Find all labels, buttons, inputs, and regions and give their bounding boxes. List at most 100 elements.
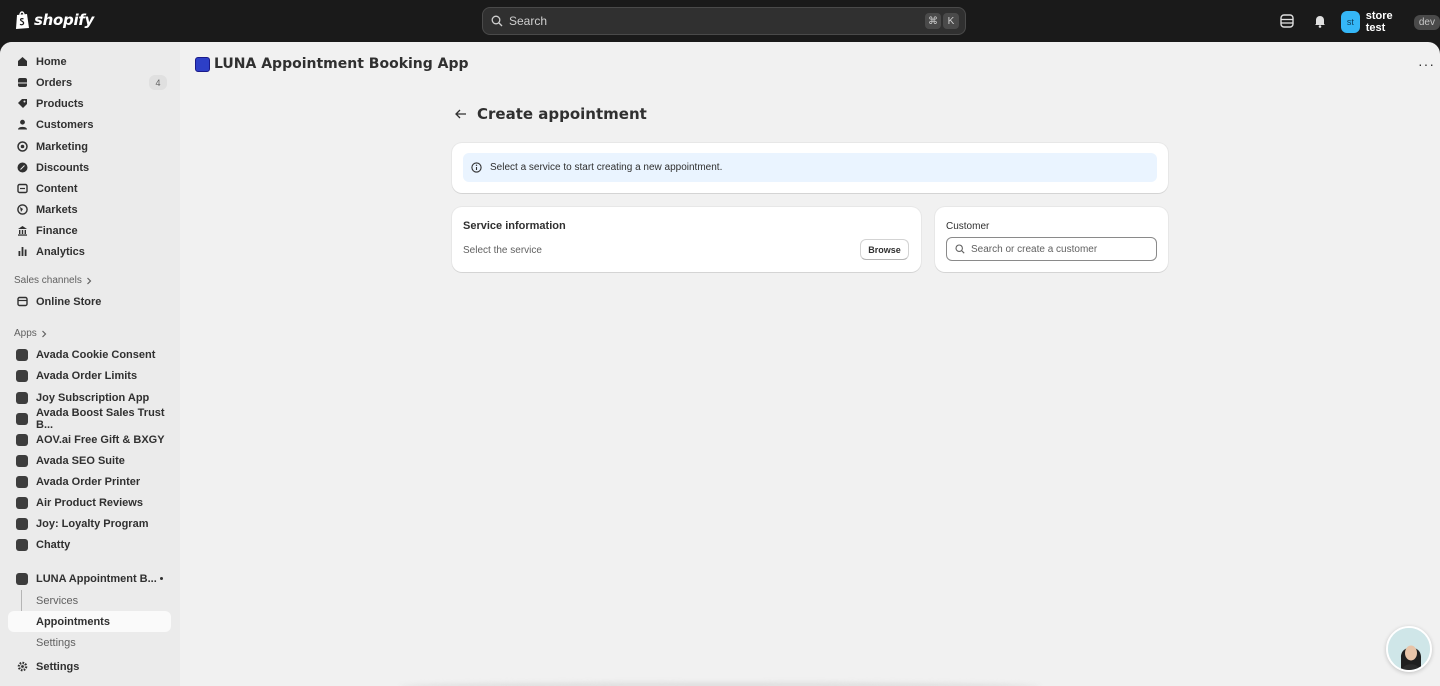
sidebar-item-label: Customers — [36, 118, 94, 131]
chevron-right-icon — [86, 277, 92, 284]
shopify-logo[interactable]: shopify — [14, 10, 94, 30]
pin-dot-icon — [160, 577, 163, 580]
bottom-save-bar-shadow — [400, 682, 1040, 686]
sidebar-item-finance[interactable]: Finance — [8, 220, 171, 241]
more-actions-button[interactable]: ··· — [1418, 57, 1435, 71]
search-placeholder: Search — [509, 14, 548, 28]
sidebar-subitem-services[interactable]: Services — [8, 590, 171, 611]
sidebar-item-label: Avada Cookie Consent — [36, 348, 156, 361]
global-search-input[interactable]: Search ⌘ K — [482, 7, 966, 35]
database-icon[interactable] — [1279, 13, 1295, 29]
sidebar-item-label: Orders — [36, 76, 73, 89]
store-switcher[interactable]: st store test dev — [1341, 10, 1440, 34]
discount-icon — [16, 162, 28, 174]
customer-search-placeholder: Search or create a customer — [971, 243, 1098, 255]
sidebar-item-label: Avada Order Limits — [36, 369, 138, 382]
app-title-text: LUNA Appointment Booking App — [214, 56, 469, 72]
browse-button[interactable]: Browse — [860, 239, 909, 260]
sidebar-item-label: Marketing — [36, 140, 88, 153]
bell-icon[interactable] — [1312, 13, 1328, 29]
shopify-wordmark: shopify — [34, 11, 94, 29]
app-icon — [16, 454, 28, 467]
app-icon — [16, 475, 28, 488]
globe-icon — [16, 204, 28, 216]
banner-text: Select a service to start creating a new… — [490, 162, 723, 173]
orders-count-badge: 4 — [149, 75, 167, 90]
customer-label: Customer — [946, 221, 990, 232]
customer-search-input[interactable]: Search or create a customer — [946, 237, 1157, 261]
sidebar-item-label: Settings — [36, 636, 76, 649]
sidebar-app-avada-order-limits[interactable]: Avada Order Limits — [8, 365, 171, 386]
sidebar-item-products[interactable]: Products — [8, 93, 171, 114]
back-arrow-icon[interactable] — [455, 109, 467, 119]
content-icon — [16, 183, 28, 195]
sidebar-item-label: Avada Boost Sales Trust B... — [36, 406, 165, 431]
sales-channels-heading[interactable]: Sales channels — [14, 275, 92, 286]
bank-icon — [16, 225, 28, 237]
sidebar-app-chatty[interactable]: Chatty — [8, 534, 171, 555]
app-title: LUNA Appointment Booking App — [195, 56, 469, 72]
support-chat-avatar[interactable] — [1386, 626, 1432, 672]
search-icon — [491, 15, 503, 27]
sidebar: Home Orders 4 Products Customers Marketi… — [0, 42, 180, 686]
service-card-subtitle: Select the service — [463, 245, 542, 256]
app-icon — [16, 538, 28, 551]
sidebar-item-label: Services — [36, 594, 79, 607]
shopify-bag-icon — [16, 11, 29, 29]
search-icon — [955, 244, 965, 254]
sidebar-item-label: Analytics — [36, 245, 85, 258]
sidebar-item-label: Joy Subscription App — [36, 391, 150, 404]
sidebar-app-avada-cookie-consent[interactable]: Avada Cookie Consent — [8, 344, 171, 365]
app-icon — [16, 517, 28, 530]
sidebar-app-joy-subscription[interactable]: Joy Subscription App — [8, 387, 171, 408]
sidebar-item-label: Avada Order Printer — [36, 475, 141, 488]
store-avatar: st — [1341, 11, 1360, 33]
info-banner-card: Select a service to start creating a new… — [452, 143, 1168, 193]
sidebar-item-label: AOV.ai Free Gift & BXGY — [36, 433, 165, 446]
sidebar-item-label: Appointments — [36, 615, 110, 628]
sidebar-item-customers[interactable]: Customers — [8, 114, 171, 135]
sidebar-item-label: Home — [36, 55, 67, 68]
sidebar-app-aov-free-gift[interactable]: AOV.ai Free Gift & BXGY — [8, 429, 171, 450]
app-icon — [16, 369, 28, 382]
sidebar-item-discounts[interactable]: Discounts — [8, 157, 171, 178]
admin-frame: Home Orders 4 Products Customers Marketi… — [0, 42, 1440, 686]
sidebar-item-label: Discounts — [36, 161, 90, 174]
sidebar-app-avada-seo-suite[interactable]: Avada SEO Suite — [8, 450, 171, 471]
sidebar-app-luna-appointment[interactable]: LUNA Appointment B... — [8, 568, 171, 589]
sidebar-app-air-product-reviews[interactable]: Air Product Reviews — [8, 492, 171, 513]
sidebar-subitem-appointments[interactable]: Appointments — [8, 611, 171, 632]
sidebar-item-analytics[interactable]: Analytics — [8, 241, 171, 262]
sidebar-item-online-store[interactable]: Online Store — [8, 291, 171, 312]
apps-heading[interactable]: Apps — [14, 328, 47, 339]
store-name: store test — [1365, 10, 1393, 34]
sidebar-item-label: Products — [36, 97, 84, 110]
app-icon — [16, 391, 28, 404]
sidebar-app-joy-loyalty[interactable]: Joy: Loyalty Program — [8, 513, 171, 534]
sidebar-item-label: Content — [36, 182, 78, 195]
sidebar-item-orders[interactable]: Orders 4 — [8, 72, 171, 93]
service-information-card: Service information Select the service B… — [452, 207, 921, 272]
info-icon — [471, 162, 482, 173]
sidebar-subitem-settings[interactable]: Settings — [8, 632, 171, 653]
sidebar-item-markets[interactable]: Markets — [8, 199, 171, 220]
app-icon — [16, 572, 28, 585]
sidebar-item-label: Air Product Reviews — [36, 496, 143, 509]
sidebar-item-label: Finance — [36, 224, 78, 237]
app-icon — [16, 412, 28, 425]
sidebar-item-label: Avada SEO Suite — [36, 454, 125, 467]
sidebar-app-avada-boost-sales[interactable]: Avada Boost Sales Trust B... — [8, 406, 171, 431]
page-header: Create appointment — [455, 105, 647, 123]
top-bar: shopify Search ⌘ K st store test dev — [0, 0, 1440, 42]
orders-icon — [16, 77, 28, 89]
app-icon — [16, 433, 28, 446]
sidebar-item-content[interactable]: Content — [8, 178, 171, 199]
sidebar-item-settings[interactable]: Settings — [8, 656, 171, 677]
sidebar-item-marketing[interactable]: Marketing — [8, 136, 171, 157]
sales-channels-label: Sales channels — [14, 275, 82, 286]
sidebar-app-avada-order-printer[interactable]: Avada Order Printer — [8, 471, 171, 492]
agent-avatar-icon — [1388, 628, 1430, 670]
app-icon — [16, 348, 28, 361]
sidebar-item-label: Markets — [36, 203, 78, 216]
sidebar-item-home[interactable]: Home — [8, 51, 171, 72]
